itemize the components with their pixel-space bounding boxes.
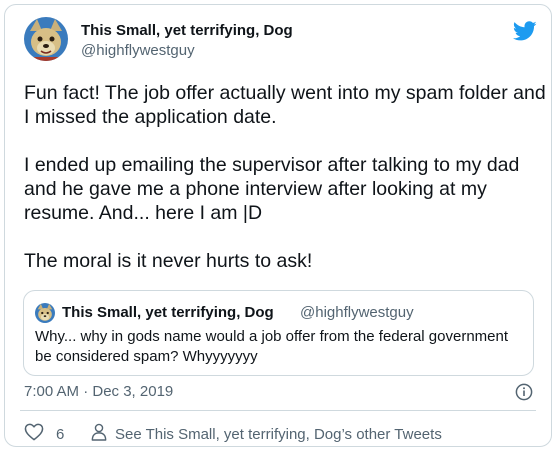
like-button[interactable]: 6 — [24, 423, 64, 445]
tweet-text: Fun fact! The job offer actually went in… — [24, 81, 546, 273]
dog-avatar-icon — [35, 303, 55, 323]
quoted-avatar — [35, 303, 55, 323]
tweet-line: and he gave me a phone interview after l… — [24, 178, 487, 200]
tweet-line: I missed the application date. — [24, 106, 277, 128]
person-icon — [91, 423, 107, 446]
tweet-line: I ended up emailing the supervisor after… — [24, 154, 520, 176]
twitter-bird-icon[interactable] — [512, 19, 537, 43]
quoted-text: Why... why in gods name would a job offe… — [35, 327, 525, 367]
divider — [20, 410, 536, 411]
quoted-line: be considered spam? Whyyyyyyy — [35, 348, 258, 365]
tweet-card: This Small, yet terrifying, Dog @highfly… — [4, 4, 552, 447]
tweet-line: Fun fact! The job offer actually went in… — [24, 82, 546, 104]
quoted-display-name: This Small, yet terrifying, Dog — [62, 304, 274, 321]
tweet-timestamp[interactable]: 7:00 AM · Dec 3, 2019 — [24, 382, 173, 402]
quoted-line: Why... why in gods name would a job offe… — [35, 328, 509, 345]
quoted-handle: @highflywestguy — [300, 304, 414, 321]
quoted-tweet[interactable]: This Small, yet terrifying, Dog @highfly… — [23, 290, 534, 376]
author-display-name[interactable]: This Small, yet terrifying, Dog — [81, 21, 293, 41]
other-tweets-label: See This Small, yet terrifying, Dog’s ot… — [115, 425, 442, 443]
info-icon[interactable] — [515, 383, 533, 401]
like-count: 6 — [56, 425, 65, 443]
tweet-line: resume. And... here I am |D — [24, 202, 263, 224]
heart-icon — [24, 423, 44, 446]
other-tweets-link[interactable]: See This Small, yet terrifying, Dog’s ot… — [91, 423, 442, 445]
author-handle[interactable]: @highflywestguy — [81, 41, 195, 61]
avatar[interactable] — [24, 17, 68, 61]
tweet-line: The moral is it never hurts to ask! — [24, 250, 313, 272]
dog-avatar-icon — [24, 17, 68, 61]
